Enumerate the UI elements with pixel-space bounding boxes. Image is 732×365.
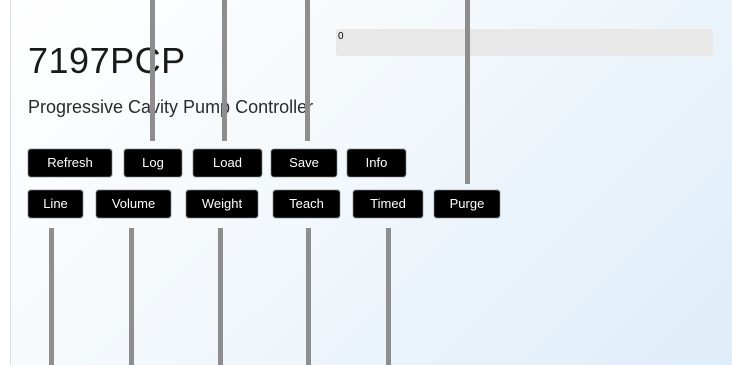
callout-line-load — [222, 0, 227, 141]
volume-button[interactable]: Volume — [96, 190, 171, 218]
callout-line-volume — [129, 228, 134, 365]
progress-bar: 0 — [336, 29, 713, 56]
callout-line-line — [49, 228, 54, 365]
line-button[interactable]: Line — [28, 190, 83, 218]
load-button[interactable]: Load — [193, 149, 262, 177]
save-button[interactable]: Save — [271, 149, 337, 177]
callout-line-purge — [465, 0, 470, 184]
callout-line-teach — [306, 228, 311, 365]
progress-value: 0 — [338, 31, 344, 42]
callout-line-log — [150, 0, 155, 141]
callout-line-save — [305, 0, 310, 141]
refresh-button[interactable]: Refresh — [28, 149, 112, 177]
callout-line-weight — [218, 228, 223, 365]
info-button[interactable]: Info — [347, 149, 406, 177]
weight-button[interactable]: Weight — [186, 190, 258, 218]
page-title: 7197PCP — [28, 40, 186, 81]
log-button[interactable]: Log — [124, 149, 182, 177]
page-subtitle: Progressive Cavity Pump Controller — [28, 97, 314, 117]
purge-button[interactable]: Purge — [434, 190, 500, 218]
timed-button[interactable]: Timed — [353, 190, 423, 218]
callout-line-timed — [386, 228, 391, 365]
teach-button[interactable]: Teach — [273, 190, 340, 218]
